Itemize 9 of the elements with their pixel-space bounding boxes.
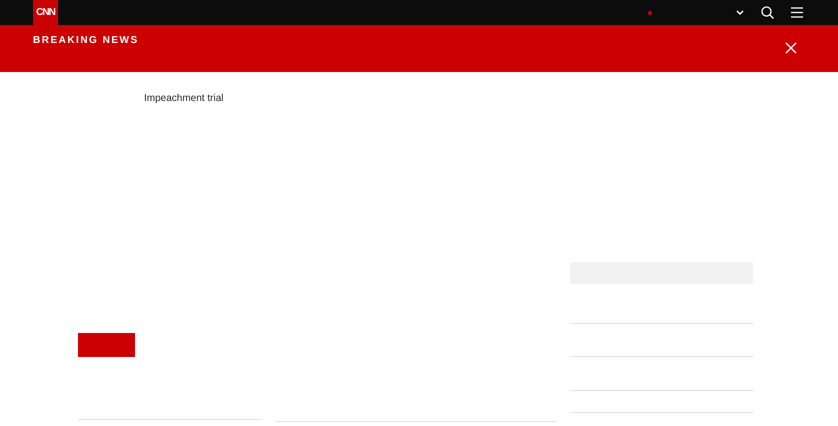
image-placeholder — [78, 333, 135, 357]
menu-icon[interactable] — [791, 7, 803, 18]
close-icon[interactable] — [785, 42, 797, 54]
chevron-down-icon[interactable] — [736, 10, 744, 16]
live-dot-icon — [648, 10, 652, 14]
topic-link[interactable]: Impeachment trial — [144, 93, 224, 104]
search-icon[interactable] — [761, 6, 774, 19]
logo[interactable]: CNN — [33, 0, 58, 25]
breaking-news-label: BREAKING NEWS — [33, 35, 139, 47]
